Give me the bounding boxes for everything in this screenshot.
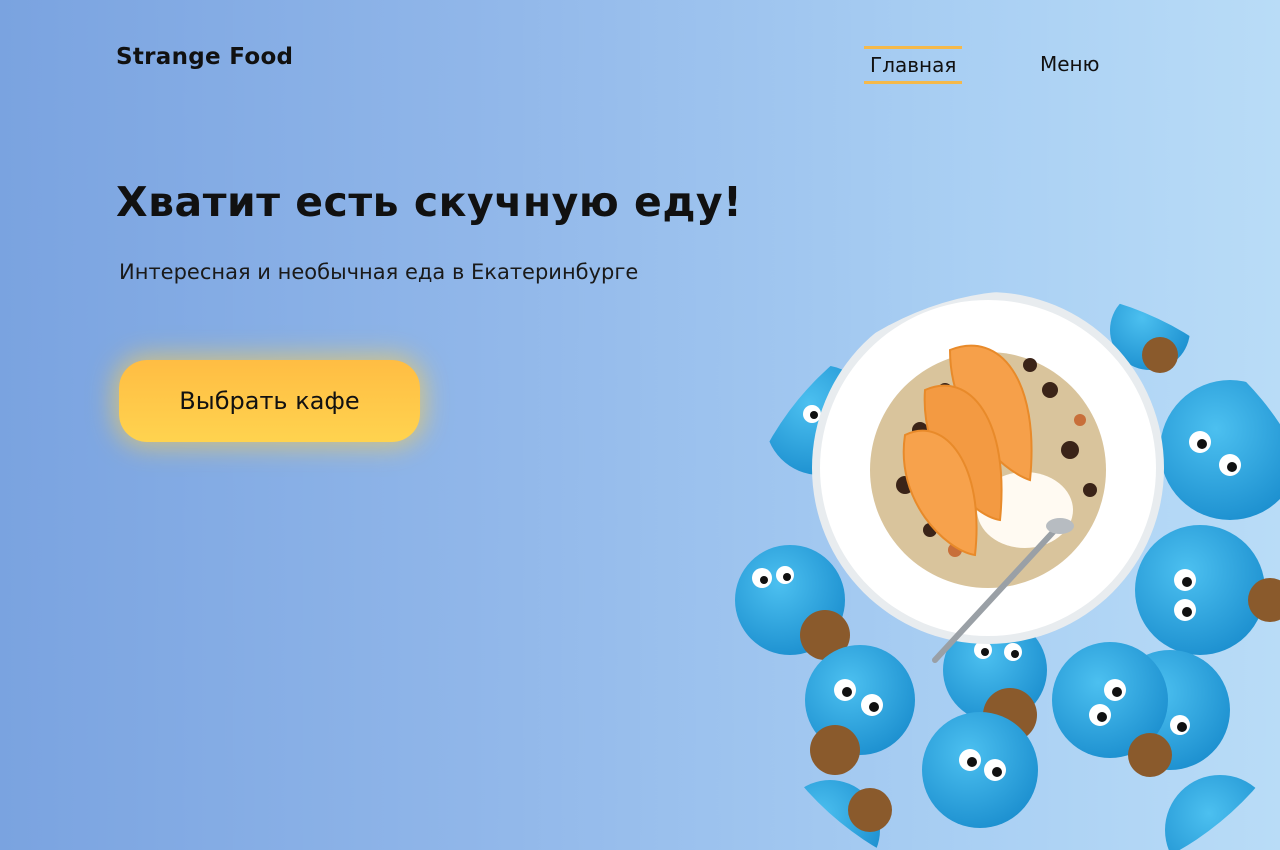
nav-link-menu[interactable]: Меню	[1034, 48, 1105, 80]
hero-headline: Хватит есть скучную еду!	[116, 178, 743, 226]
main-nav: Главная Меню	[0, 46, 1280, 84]
bowl	[812, 292, 1164, 663]
choose-cafe-button[interactable]: Выбрать кафе	[119, 360, 420, 442]
hero-subtitle: Интересная и необычная еда в Екатеринбур…	[119, 260, 639, 284]
hero-food-image	[735, 290, 1280, 850]
nav-link-home[interactable]: Главная	[864, 46, 963, 84]
